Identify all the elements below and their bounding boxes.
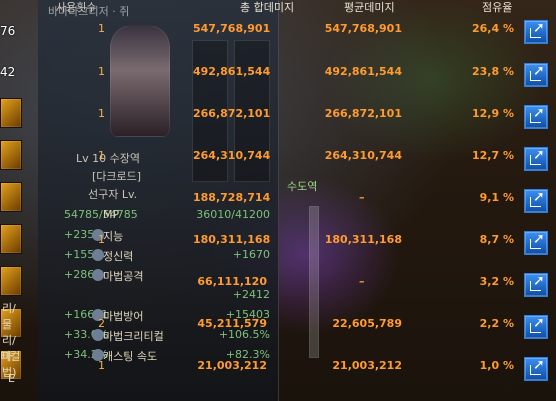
share-percentage: 1,0 % [479, 359, 514, 372]
average-damage: 264,310,744 [324, 149, 402, 162]
detail-button[interactable] [524, 357, 548, 381]
detail-button[interactable] [524, 273, 548, 297]
average-damage: 22,605,789 [332, 317, 402, 330]
share-percentage: 12,9 % [472, 107, 514, 120]
header-label: 평균데미지 [344, 1, 395, 14]
table-row: 66,111,120 – 3,2 % [0, 268, 556, 310]
use-count: 1 [98, 233, 105, 246]
table-row: 2 45,211,579 22,605,789 2,2 % [0, 310, 556, 352]
average-damage: – [359, 191, 365, 204]
share-percentage: 8,7 % [479, 233, 514, 246]
detail-button[interactable] [524, 147, 548, 171]
use-count: 1 [98, 149, 105, 162]
total-damage: 266,872,101 [193, 107, 271, 120]
total-damage: 264,310,744 [193, 149, 271, 162]
detail-button[interactable] [524, 231, 548, 255]
total-damage: 66,111,120 [197, 275, 267, 288]
scene-label: 수도역 [287, 180, 318, 193]
table-row: 1 492,861,544 492,861,544 23,8 % [0, 58, 556, 100]
detail-button[interactable] [524, 189, 548, 213]
share-percentage: 2,2 % [479, 317, 514, 330]
detail-button[interactable] [524, 315, 548, 339]
average-damage: 21,003,212 [332, 359, 402, 372]
total-damage: 45,211,579 [197, 317, 267, 330]
header-label: 사용횟수 [56, 1, 97, 14]
use-count: 1 [98, 107, 105, 120]
use-count: 1 [98, 65, 105, 78]
share-percentage: 12,7 % [472, 149, 514, 162]
average-damage: 547,768,901 [324, 22, 402, 35]
damage-table: 사용횟수 총 합데미지 평균데미지 점유율 1 547,768,901 547,… [0, 0, 556, 401]
share-percentage: 23,8 % [472, 65, 514, 78]
total-damage: 492,861,544 [193, 65, 271, 78]
table-row: 1 264,310,744 264,310,744 12,7 % [0, 142, 556, 184]
share-percentage: 26,4 % [472, 22, 514, 35]
total-damage: 547,768,901 [193, 22, 271, 35]
average-damage: 492,861,544 [324, 65, 402, 78]
header-label: 총 합데미지 [240, 1, 295, 14]
table-row: 1 21,003,212 21,003,212 1,0 % [0, 352, 556, 394]
total-damage: 180,311,168 [193, 233, 271, 246]
use-count: 1 [98, 359, 105, 372]
total-damage: 188,728,714 [193, 191, 271, 204]
use-count: 1 [98, 22, 105, 35]
header-label: 점유율 [482, 1, 513, 14]
share-percentage: 9,1 % [479, 191, 514, 204]
average-damage: – [359, 275, 365, 288]
table-row: 1 547,768,901 547,768,901 26,4 % [0, 15, 556, 57]
table-row: 188,728,714 – 9,1 % [0, 184, 556, 226]
use-count: 2 [98, 317, 105, 330]
detail-button[interactable] [524, 63, 548, 87]
average-damage: 266,872,101 [324, 107, 402, 120]
detail-button[interactable] [524, 20, 548, 44]
total-damage: 21,003,212 [197, 359, 267, 372]
detail-button[interactable] [524, 105, 548, 129]
share-percentage: 3,2 % [479, 275, 514, 288]
table-row: 1 180,311,168 180,311,168 8,7 % [0, 226, 556, 268]
table-row: 1 266,872,101 266,872,101 12,9 % [0, 100, 556, 142]
average-damage: 180,311,168 [324, 233, 402, 246]
